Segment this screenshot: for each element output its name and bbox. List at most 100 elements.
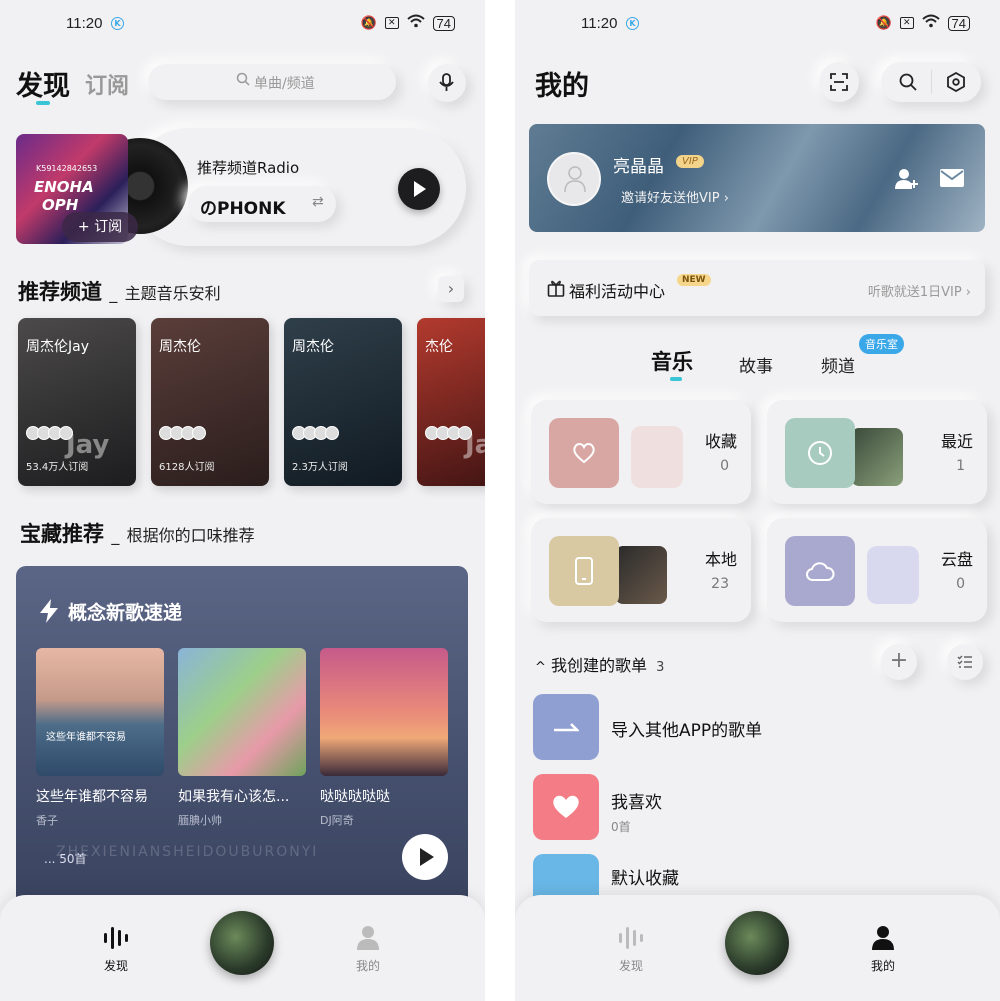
sim-off-icon: ✕: [899, 17, 914, 29]
song-title[interactable]: 哒哒哒哒哒: [320, 786, 390, 806]
tile-cover: [785, 536, 855, 606]
nav-label: 发现: [618, 959, 643, 973]
search-icon[interactable]: [899, 73, 917, 91]
invite-link[interactable]: 邀请好友送他VIP ›: [621, 187, 729, 206]
subscriber-avatars: [26, 426, 73, 440]
avatar: [458, 426, 472, 440]
channel-card[interactable]: 周杰伦 6128人订阅: [151, 318, 269, 486]
avatar: [59, 426, 73, 440]
nav-mine[interactable]: 我的: [853, 925, 913, 974]
mail-icon[interactable]: [939, 168, 965, 188]
music-room-badge[interactable]: 音乐室: [859, 334, 904, 354]
tile-cloud[interactable]: 云盘 0: [767, 518, 987, 622]
mine-screen: 11:20 K 🔕 ✕ 74 我的 亮晶晶 VIP 邀请好友送他VIP › 福利…: [515, 0, 1000, 1001]
welfare-label: 福利活动中心: [569, 282, 666, 301]
section-sep: _: [111, 526, 120, 545]
treasure-heading: 宝藏推荐 _ 根据你的口味推荐: [20, 518, 255, 548]
tab-indicator: [36, 101, 50, 105]
cloud-icon: [806, 562, 835, 581]
phone-icon: [575, 557, 593, 585]
playlists-title: 我创建的歌单: [551, 656, 648, 675]
status-bar: 11:20 K 🔕 ✕ 74: [0, 14, 485, 36]
song-artist: DJ阿奇: [320, 814, 354, 827]
add-playlist-button[interactable]: +: [881, 644, 917, 680]
section-title: 宝藏推荐: [20, 522, 104, 546]
playlist-title: 默认收藏: [611, 869, 679, 889]
k-badge-icon: K: [111, 17, 124, 30]
play-button[interactable]: [398, 168, 440, 210]
lightning-icon: [40, 599, 58, 623]
list-item[interactable]: 导入其他APP的歌单: [533, 694, 973, 760]
heart-icon: [573, 443, 595, 464]
tile-count: 0: [956, 576, 965, 592]
channel-card[interactable]: 周杰伦 2.3万人订阅: [284, 318, 402, 486]
scan-button[interactable]: [819, 62, 859, 102]
radio-title: 推荐频道Radio: [197, 159, 300, 177]
collapse-icon[interactable]: ^: [535, 660, 546, 675]
song-title[interactable]: 这些年谁都不容易: [36, 786, 148, 806]
channel-subscribers: 2.3万人订阅: [292, 462, 348, 473]
nav-label: 我的: [870, 959, 895, 973]
status-bar: 11:20 K 🔕 ✕ 74: [515, 14, 1000, 36]
channel-card[interactable]: 周杰伦Jay Jay 53.4万人订阅: [18, 318, 136, 486]
profile-banner[interactable]: 亮晶晶 VIP 邀请好友送他VIP ›: [529, 124, 985, 232]
gift-icon: [547, 280, 565, 297]
welfare-hint[interactable]: 听歌就送1日VIP ›: [868, 281, 971, 300]
nav-label: 发现: [103, 959, 128, 973]
tile-shadow-card: [851, 428, 903, 486]
tile-recent[interactable]: 最近 1: [767, 400, 987, 504]
tab-subscribe[interactable]: 订阅: [85, 68, 129, 100]
station-pill[interactable]: のPHONK ⇄: [188, 186, 336, 222]
list-item[interactable]: 我喜欢 0首: [533, 774, 973, 840]
song-title[interactable]: 如果我有心该怎...: [178, 786, 289, 806]
tile-label: 最近: [940, 432, 973, 451]
search-input[interactable]: 单曲/频道: [148, 64, 396, 100]
switch-icon[interactable]: ⇄: [312, 194, 324, 210]
tile-favorites[interactable]: 收藏 0: [531, 400, 751, 504]
now-playing-disc[interactable]: [725, 911, 789, 975]
play-icon: [420, 848, 434, 866]
add-friend-icon[interactable]: [895, 168, 919, 190]
subscriber-avatars: [159, 426, 206, 440]
now-playing-disc[interactable]: [210, 911, 274, 975]
welfare-center[interactable]: 福利活动中心 NEW 听歌就送1日VIP ›: [529, 260, 985, 316]
nav-discover[interactable]: 发现: [601, 925, 661, 974]
song-cover[interactable]: [178, 648, 306, 776]
song-cover[interactable]: 这些年谁都不容易: [36, 648, 164, 776]
cover-text: ENOHA: [34, 178, 94, 196]
playlists-heading[interactable]: ^ 我创建的歌单 3: [535, 652, 664, 676]
nav-discover[interactable]: 发现: [86, 925, 146, 974]
play-all-button[interactable]: [402, 834, 448, 880]
tile-count: 23: [711, 576, 729, 592]
tile-local[interactable]: 本地 23: [531, 518, 751, 622]
person-icon: [872, 926, 894, 950]
tab-discover[interactable]: 发现: [16, 64, 70, 103]
new-songs-panel[interactable]: 概念新歌速递 这些年谁都不容易 这些年谁都不容易 如果我有心该怎... 哒哒哒哒…: [16, 566, 468, 906]
settings-icon[interactable]: [947, 72, 965, 92]
cover-text: OPH: [42, 196, 79, 214]
song-artist: 香子: [36, 814, 58, 827]
subscribe-button[interactable]: + 订阅: [62, 212, 138, 242]
new-badge: NEW: [677, 274, 711, 286]
tab-channel[interactable]: 频道: [821, 352, 855, 377]
channel-card[interactable]: 杰伦Jay: [417, 318, 485, 486]
panel-bg-text: ZHEXIENIANSHEIDOUBURONYI: [56, 844, 319, 860]
manage-playlists-button[interactable]: [947, 644, 983, 680]
section-subtitle: 根据你的口味推荐: [126, 526, 255, 545]
nav-label: 我的: [355, 959, 380, 973]
voice-search-button[interactable]: [428, 64, 466, 102]
tab-story[interactable]: 故事: [739, 352, 773, 377]
tab-music[interactable]: 音乐: [651, 346, 693, 376]
battery-icon: 74: [432, 15, 455, 31]
tile-count: 1: [956, 458, 965, 474]
nav-mine[interactable]: 我的: [338, 925, 398, 974]
k-badge-icon: K: [626, 17, 639, 30]
playlists-count: 3: [656, 660, 665, 675]
subscriber-avatars: [292, 426, 339, 440]
channel-name: 周杰伦Jay: [26, 339, 89, 355]
more-channels-button[interactable]: ›: [438, 276, 464, 302]
avatar[interactable]: [547, 152, 601, 206]
song-cover[interactable]: [320, 648, 448, 776]
tile-shadow-card: [615, 546, 667, 604]
playlist-cover: [533, 694, 599, 760]
